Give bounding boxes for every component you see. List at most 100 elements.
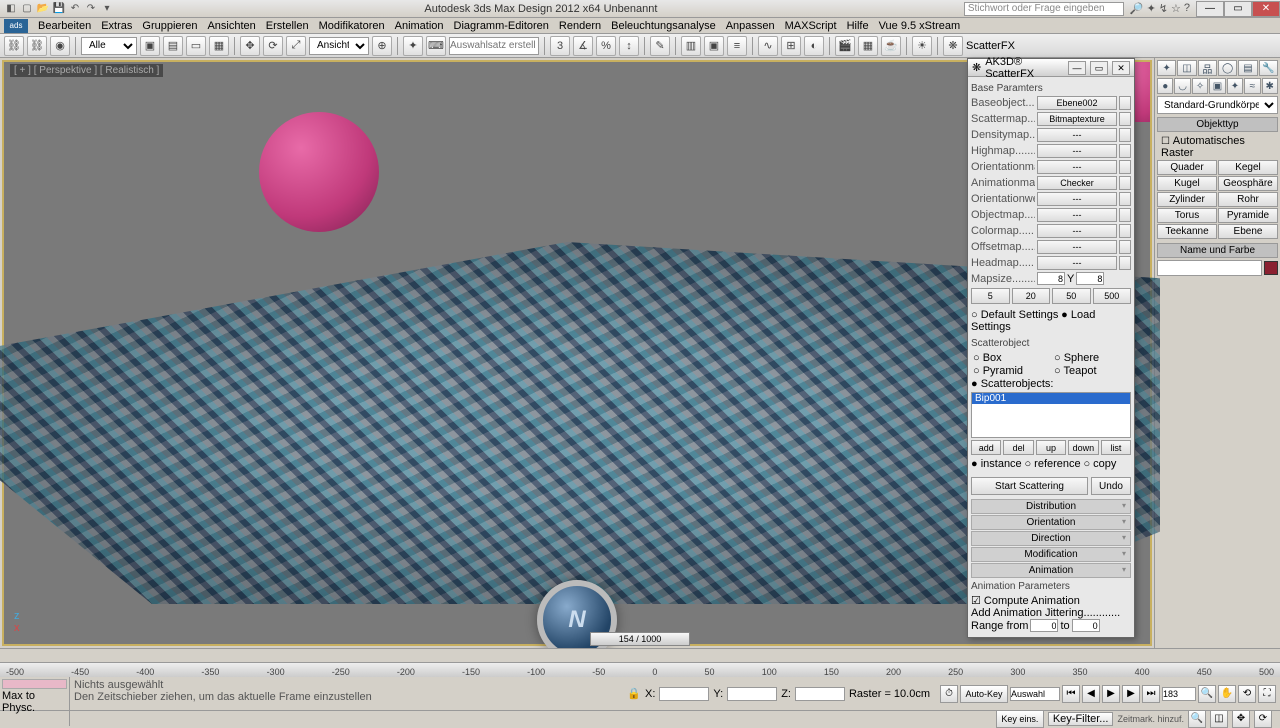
prim-zylinder[interactable]: Zylinder [1157, 192, 1217, 207]
mapsize-y[interactable] [1076, 272, 1104, 285]
rotate-icon[interactable]: ⟳ [263, 36, 283, 56]
opt-instance[interactable]: ● instance [971, 458, 1022, 470]
prim-kegel[interactable]: Kegel [1218, 160, 1278, 175]
schematic-icon[interactable]: ⊞ [781, 36, 801, 56]
help-icon[interactable]: ? [1184, 2, 1190, 15]
mapsize-x[interactable] [1037, 272, 1065, 285]
manip-icon[interactable]: ✦ [403, 36, 423, 56]
viewport-label[interactable]: [ + ] [ Perspektive ] [ Realistisch ] [10, 64, 163, 77]
app-logo[interactable]: ads [4, 19, 28, 33]
qat-more-icon[interactable]: ▾ [100, 2, 114, 16]
zeitmark[interactable]: Zeitmark. hinzuf. [1117, 714, 1184, 724]
tab-motion-icon[interactable]: ◯ [1218, 60, 1237, 76]
tab-create-icon[interactable]: ✦ [1157, 60, 1176, 76]
material-icon[interactable]: ◐ [804, 36, 824, 56]
param-value-button[interactable]: Checker [1037, 176, 1117, 190]
color-swatch[interactable] [1264, 261, 1278, 275]
key-filter-sel[interactable] [1010, 687, 1060, 701]
menu-extras[interactable]: Extras [101, 20, 132, 32]
param-map-slot[interactable] [1119, 176, 1131, 190]
subcat-lights-icon[interactable]: ✧ [1192, 78, 1208, 94]
menu-ansichten[interactable]: Ansichten [207, 20, 255, 32]
time-slider-bar[interactable]: 154 / 1000 [0, 648, 1280, 662]
window-crossing-icon[interactable]: ▦ [209, 36, 229, 56]
dialog-min-icon[interactable]: — [1068, 61, 1086, 75]
roll-direction[interactable]: Direction [971, 531, 1131, 546]
binoculars-icon[interactable]: 🔎 [1130, 2, 1144, 15]
maximize-button[interactable]: ▭ [1224, 1, 1252, 17]
scale-icon[interactable]: ⤢ [286, 36, 306, 56]
subcat-spacewarps-icon[interactable]: ≈ [1244, 78, 1260, 94]
list-item[interactable]: Bip001 [972, 393, 1130, 404]
btn-undo[interactable]: Undo [1091, 477, 1131, 495]
timeline-ruler[interactable]: -500-450-400-350-300-250-200-150-100-500… [0, 662, 1280, 676]
tab-modify-icon[interactable]: ◫ [1177, 60, 1196, 76]
nav-truck-icon[interactable]: ✥ [1232, 710, 1250, 728]
rollout-objtype[interactable]: Objekttyp [1157, 117, 1278, 132]
param-value-button[interactable]: --- [1037, 224, 1117, 238]
chk-compute[interactable]: ☑ Compute Animation [971, 595, 1080, 607]
param-map-slot[interactable] [1119, 160, 1131, 174]
btn-add[interactable]: add [971, 440, 1001, 455]
subcat-systems-icon[interactable]: ✱ [1262, 78, 1278, 94]
spinner-snap-icon[interactable]: ↕ [619, 36, 639, 56]
lock-icon[interactable]: 🔒 [627, 687, 641, 700]
percent-snap-icon[interactable]: % [596, 36, 616, 56]
nav-zoom2-icon[interactable]: 🔍 [1188, 710, 1206, 728]
coord-x[interactable] [659, 687, 709, 701]
star-icon[interactable]: ☆ [1171, 2, 1181, 15]
btn-list[interactable]: list [1101, 440, 1131, 455]
goto-start-icon[interactable]: ⏮ [1062, 685, 1080, 703]
auto-grid-check[interactable]: ☐ Automatisches Raster [1157, 134, 1278, 160]
redo-icon[interactable]: ↷ [84, 2, 98, 16]
param-map-slot[interactable] [1119, 128, 1131, 142]
nav-fov-icon[interactable]: ◫ [1210, 710, 1228, 728]
shape-sphere[interactable]: ○ Sphere [1054, 352, 1129, 364]
dialog-close-icon[interactable]: ✕ [1112, 61, 1130, 75]
subcat-helpers-icon[interactable]: ✦ [1227, 78, 1243, 94]
nav-zoom-icon[interactable]: 🔍 [1198, 685, 1216, 703]
prim-teekanne[interactable]: Teekanne [1157, 224, 1217, 239]
nav-orbit-icon[interactable]: ⟲ [1238, 685, 1256, 703]
ref-coord[interactable]: Ansicht [309, 37, 369, 55]
align-icon[interactable]: ▣ [704, 36, 724, 56]
mirror-icon[interactable]: ▥ [681, 36, 701, 56]
menu-maxscript[interactable]: MAXScript [785, 20, 837, 32]
param-value-button[interactable]: --- [1037, 128, 1117, 142]
angle-snap-icon[interactable]: ∡ [573, 36, 593, 56]
btn-del[interactable]: del [1003, 440, 1033, 455]
time-slider[interactable]: 154 / 1000 [590, 632, 690, 646]
subcat-geometry-icon[interactable]: ● [1157, 78, 1173, 94]
range-to[interactable] [1072, 619, 1100, 632]
menu-rendern[interactable]: Rendern [559, 20, 601, 32]
pivot-icon[interactable]: ⊕ [372, 36, 392, 56]
autokey-button[interactable]: Auto-Key [960, 685, 1008, 703]
param-map-slot[interactable] [1119, 112, 1131, 126]
time-config-icon[interactable]: ⏱ [940, 685, 958, 703]
radio-scatterobjects[interactable]: ● Scatterobjects: [971, 378, 1053, 390]
prim-pyramide[interactable]: Pyramide [1218, 208, 1278, 223]
param-map-slot[interactable] [1119, 192, 1131, 206]
unlink-icon[interactable]: ⛓ [27, 36, 47, 56]
layer-icon[interactable]: ≡ [727, 36, 747, 56]
play-icon[interactable]: ▶ [1102, 685, 1120, 703]
link-icon[interactable]: ⛓ [4, 36, 24, 56]
range-from[interactable] [1030, 619, 1058, 632]
subcat-cameras-icon[interactable]: ▣ [1209, 78, 1225, 94]
exchange-icon[interactable]: ↯ [1159, 2, 1168, 15]
object-name-input[interactable] [1157, 260, 1262, 276]
dialog-max-icon[interactable]: ▭ [1090, 61, 1108, 75]
param-map-slot[interactable] [1119, 208, 1131, 222]
selection-filter[interactable]: Alle [81, 37, 137, 55]
prev-frame-icon[interactable]: ◀ [1082, 685, 1100, 703]
param-map-slot[interactable] [1119, 224, 1131, 238]
roll-distribution[interactable]: Distribution [971, 499, 1131, 514]
prim-torus[interactable]: Torus [1157, 208, 1217, 223]
shape-teapot[interactable]: ○ Teapot [1054, 365, 1129, 377]
param-map-slot[interactable] [1119, 144, 1131, 158]
keyeins-button[interactable]: Key eins. [996, 710, 1044, 728]
param-map-slot[interactable] [1119, 96, 1131, 110]
category-dropdown[interactable]: Standard-Grundkörper [1157, 96, 1278, 114]
bind-icon[interactable]: ◉ [50, 36, 70, 56]
param-value-button[interactable]: Bitmaptexture [1037, 112, 1117, 126]
